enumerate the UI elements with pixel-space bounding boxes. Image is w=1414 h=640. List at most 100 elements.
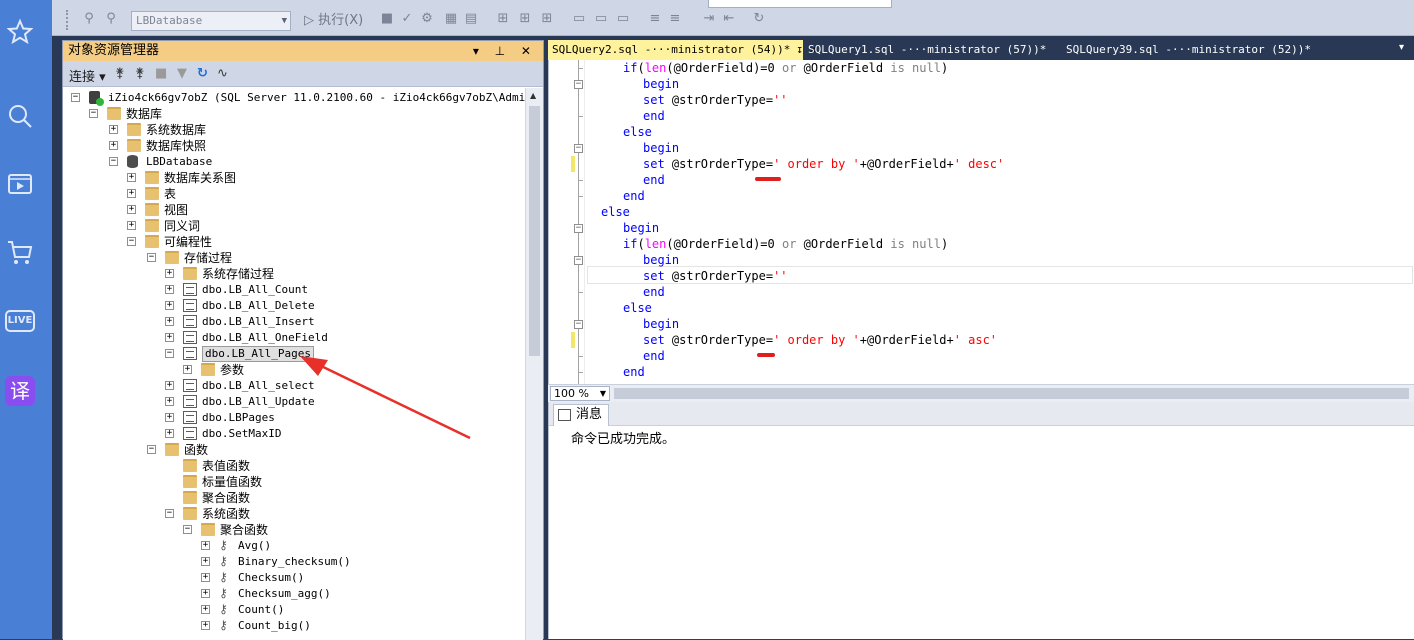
expand-icon[interactable]: + <box>201 605 210 614</box>
tree-node[interactable]: + ⚷ Checksum_agg() <box>63 586 525 602</box>
collapse-icon[interactable]: − <box>89 109 98 118</box>
video-icon[interactable] <box>6 170 34 198</box>
uncomment-icon[interactable]: ≡ <box>668 12 682 26</box>
code-line[interactable]: begin <box>643 140 679 156</box>
disconnect-icon[interactable]: ⚲ <box>104 12 118 26</box>
code-line[interactable]: begin <box>643 252 679 268</box>
code-line[interactable]: set @strOrderType=' order by '+@OrderFie… <box>643 156 1004 172</box>
expand-icon[interactable]: + <box>109 125 118 134</box>
expand-icon[interactable]: + <box>201 541 210 550</box>
expand-icon[interactable]: + <box>165 429 174 438</box>
tab-sqlquery2[interactable]: SQLQuery2.sql -···ministrator (54))* ↧ ✕ <box>548 40 816 60</box>
expand-icon[interactable]: + <box>109 141 118 150</box>
code-line[interactable]: end <box>643 108 665 124</box>
tree-node[interactable]: − LBDatabase <box>63 154 525 170</box>
code-line[interactable]: end <box>643 348 665 364</box>
tree-node[interactable]: + dbo.LB_All_select <box>63 378 525 394</box>
expand-icon[interactable]: + <box>201 621 210 630</box>
expand-icon[interactable]: + <box>165 333 174 342</box>
tree-node[interactable]: − 存储过程 <box>63 250 525 266</box>
tree-scroll-thumb[interactable] <box>529 106 540 356</box>
tree-node[interactable]: + ⚷ Binary_checksum() <box>63 554 525 570</box>
collapse-icon[interactable]: − <box>165 349 174 358</box>
tree-node[interactable]: + 系统存储过程 <box>63 266 525 282</box>
comment-icon[interactable]: ≡ <box>648 12 662 26</box>
code-line[interactable]: else <box>623 300 652 316</box>
expand-icon[interactable]: + <box>165 301 174 310</box>
tree-node[interactable]: − 函数 <box>63 442 525 458</box>
search-icon[interactable] <box>6 102 34 130</box>
tree-node[interactable]: + dbo.LB_All_Count <box>63 282 525 298</box>
expand-icon[interactable]: + <box>201 589 210 598</box>
plan-icon[interactable]: ⊞ <box>496 12 510 26</box>
check-icon[interactable]: ✓ <box>400 12 414 26</box>
tree-node[interactable]: − 可编程性 <box>63 234 525 250</box>
tab-sqlquery39[interactable]: SQLQuery39.sql -···ministrator (52))* <box>1062 40 1322 60</box>
tree-node[interactable]: + dbo.SetMaxID <box>63 426 525 442</box>
tree-node[interactable]: + ⚷ Checksum() <box>63 570 525 586</box>
stop-icon[interactable]: ■ <box>155 66 167 81</box>
tree-node[interactable]: + dbo.LB_All_Delete <box>63 298 525 314</box>
collapse-icon[interactable]: − <box>109 157 118 166</box>
tree-node[interactable]: + 系统数据库 <box>63 122 525 138</box>
tree-node[interactable]: + 参数 <box>63 362 525 378</box>
tree-node[interactable]: − dbo.LB_All_Pages <box>63 346 525 362</box>
tree-node[interactable]: 表值函数 <box>63 458 525 474</box>
tree-node[interactable]: + 数据库快照 <box>63 138 525 154</box>
tab-dropdown-icon[interactable]: ▾ <box>1399 42 1404 53</box>
tree-scrollbar[interactable]: ▲ <box>525 88 543 640</box>
horizontal-scrollbar[interactable] <box>614 388 1409 399</box>
tree-node[interactable]: − 数据库 <box>63 106 525 122</box>
tree-node[interactable]: 聚合函数 <box>63 490 525 506</box>
cart-icon[interactable] <box>6 238 34 266</box>
code-line[interactable]: set @strOrderType=' order by '+@OrderFie… <box>643 332 997 348</box>
code-line[interactable]: set @strOrderType='' <box>643 92 788 108</box>
collapse-icon[interactable]: − <box>71 93 80 102</box>
tree-node[interactable]: 标量值函数 <box>63 474 525 490</box>
expand-icon[interactable]: + <box>127 173 136 182</box>
collapse-icon[interactable]: − <box>147 253 156 262</box>
tree-node[interactable]: + ⚷ Count() <box>63 602 525 618</box>
collapse-icon[interactable]: − <box>127 237 136 246</box>
activity-monitor-icon[interactable]: ∿ <box>217 66 228 81</box>
expand-icon[interactable]: + <box>165 285 174 294</box>
plan2-icon[interactable]: ⊞ <box>518 12 532 26</box>
expand-icon[interactable]: + <box>165 269 174 278</box>
collapse-icon[interactable]: − <box>165 509 174 518</box>
tree-node[interactable]: + dbo.LBPages <box>63 410 525 426</box>
debug-icon[interactable]: ⚙ <box>420 12 434 26</box>
tree-node[interactable]: − 系统函数 <box>63 506 525 522</box>
file-icon[interactable]: ▭ <box>572 12 586 26</box>
stop-icon[interactable]: ■ <box>380 12 394 26</box>
code-line[interactable]: else <box>601 204 630 220</box>
connect-icon[interactable]: ⚲ <box>82 12 96 26</box>
code-line[interactable]: end <box>623 188 645 204</box>
expand-icon[interactable]: + <box>127 205 136 214</box>
tree-node[interactable]: + dbo.LB_All_Insert <box>63 314 525 330</box>
filter-icon[interactable]: ▼ <box>177 66 187 81</box>
execute-button[interactable]: ▷ 执行(X) <box>304 11 363 31</box>
collapse-icon[interactable]: − <box>183 525 192 534</box>
pin-icon[interactable]: ↧ <box>796 43 803 56</box>
expand-icon[interactable]: + <box>127 221 136 230</box>
code-line[interactable]: begin <box>643 76 679 92</box>
fold-toggle[interactable]: − <box>574 144 583 153</box>
zoom-select[interactable]: 100 % ▼ <box>550 386 610 401</box>
code-line[interactable]: if(len(@OrderField)=0 or @OrderField is … <box>623 60 948 76</box>
results-text-icon[interactable]: ▤ <box>464 12 478 26</box>
file2-icon[interactable]: ▭ <box>594 12 608 26</box>
connect-plug-icon[interactable]: ⚵ <box>115 66 125 81</box>
plan3-icon[interactable]: ⊞ <box>540 12 554 26</box>
fold-toggle[interactable]: − <box>574 80 583 89</box>
code-line[interactable]: else <box>623 124 652 140</box>
tab-sqlquery1[interactable]: SQLQuery1.sql -···ministrator (57))* <box>804 40 1062 60</box>
live-icon[interactable]: LIVE <box>5 310 35 332</box>
specify-values-icon[interactable]: ↻ <box>752 12 766 26</box>
tree-node[interactable]: + 表 <box>63 186 525 202</box>
code-line[interactable]: set @strOrderType='' <box>643 268 788 284</box>
translate-icon[interactable]: 译 <box>5 376 35 406</box>
query-editor[interactable]: − − − − − if(len(@OrderField)=0 or @OrderFie… <box>548 60 1414 384</box>
disconnect-plug-icon[interactable]: ⚵ <box>135 66 145 81</box>
code-line[interactable]: end <box>643 172 665 188</box>
tab-messages[interactable]: 消息 <box>553 404 610 426</box>
